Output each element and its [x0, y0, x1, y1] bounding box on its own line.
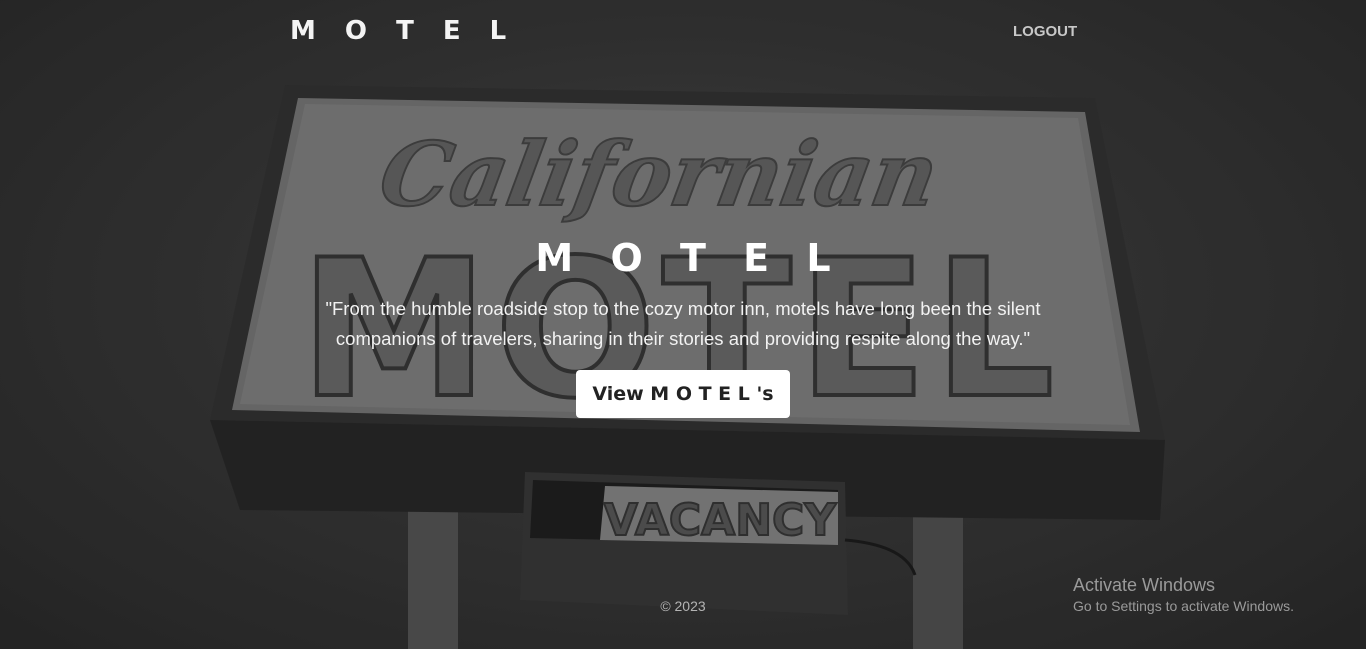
watermark-title: Activate Windows — [1073, 575, 1216, 595]
hero-content: M O T E L "From the humble roadside stop… — [0, 236, 1366, 418]
logout-link[interactable]: LOGOUT — [1013, 23, 1077, 40]
brand-logo[interactable]: M O T E L — [290, 16, 516, 46]
navbar: M O T E L LOGOUT — [0, 0, 1366, 64]
hero-quote: "From the humble roadside stop to the co… — [325, 298, 1041, 349]
activate-windows-watermark: Activate Windows Go to Settings to activ… — [1073, 575, 1294, 614]
watermark-subtitle: Go to Settings to activate Windows. — [1073, 598, 1294, 614]
hero-title: M O T E L — [535, 236, 843, 280]
view-motels-button[interactable]: View M O T E L 's — [576, 370, 790, 418]
